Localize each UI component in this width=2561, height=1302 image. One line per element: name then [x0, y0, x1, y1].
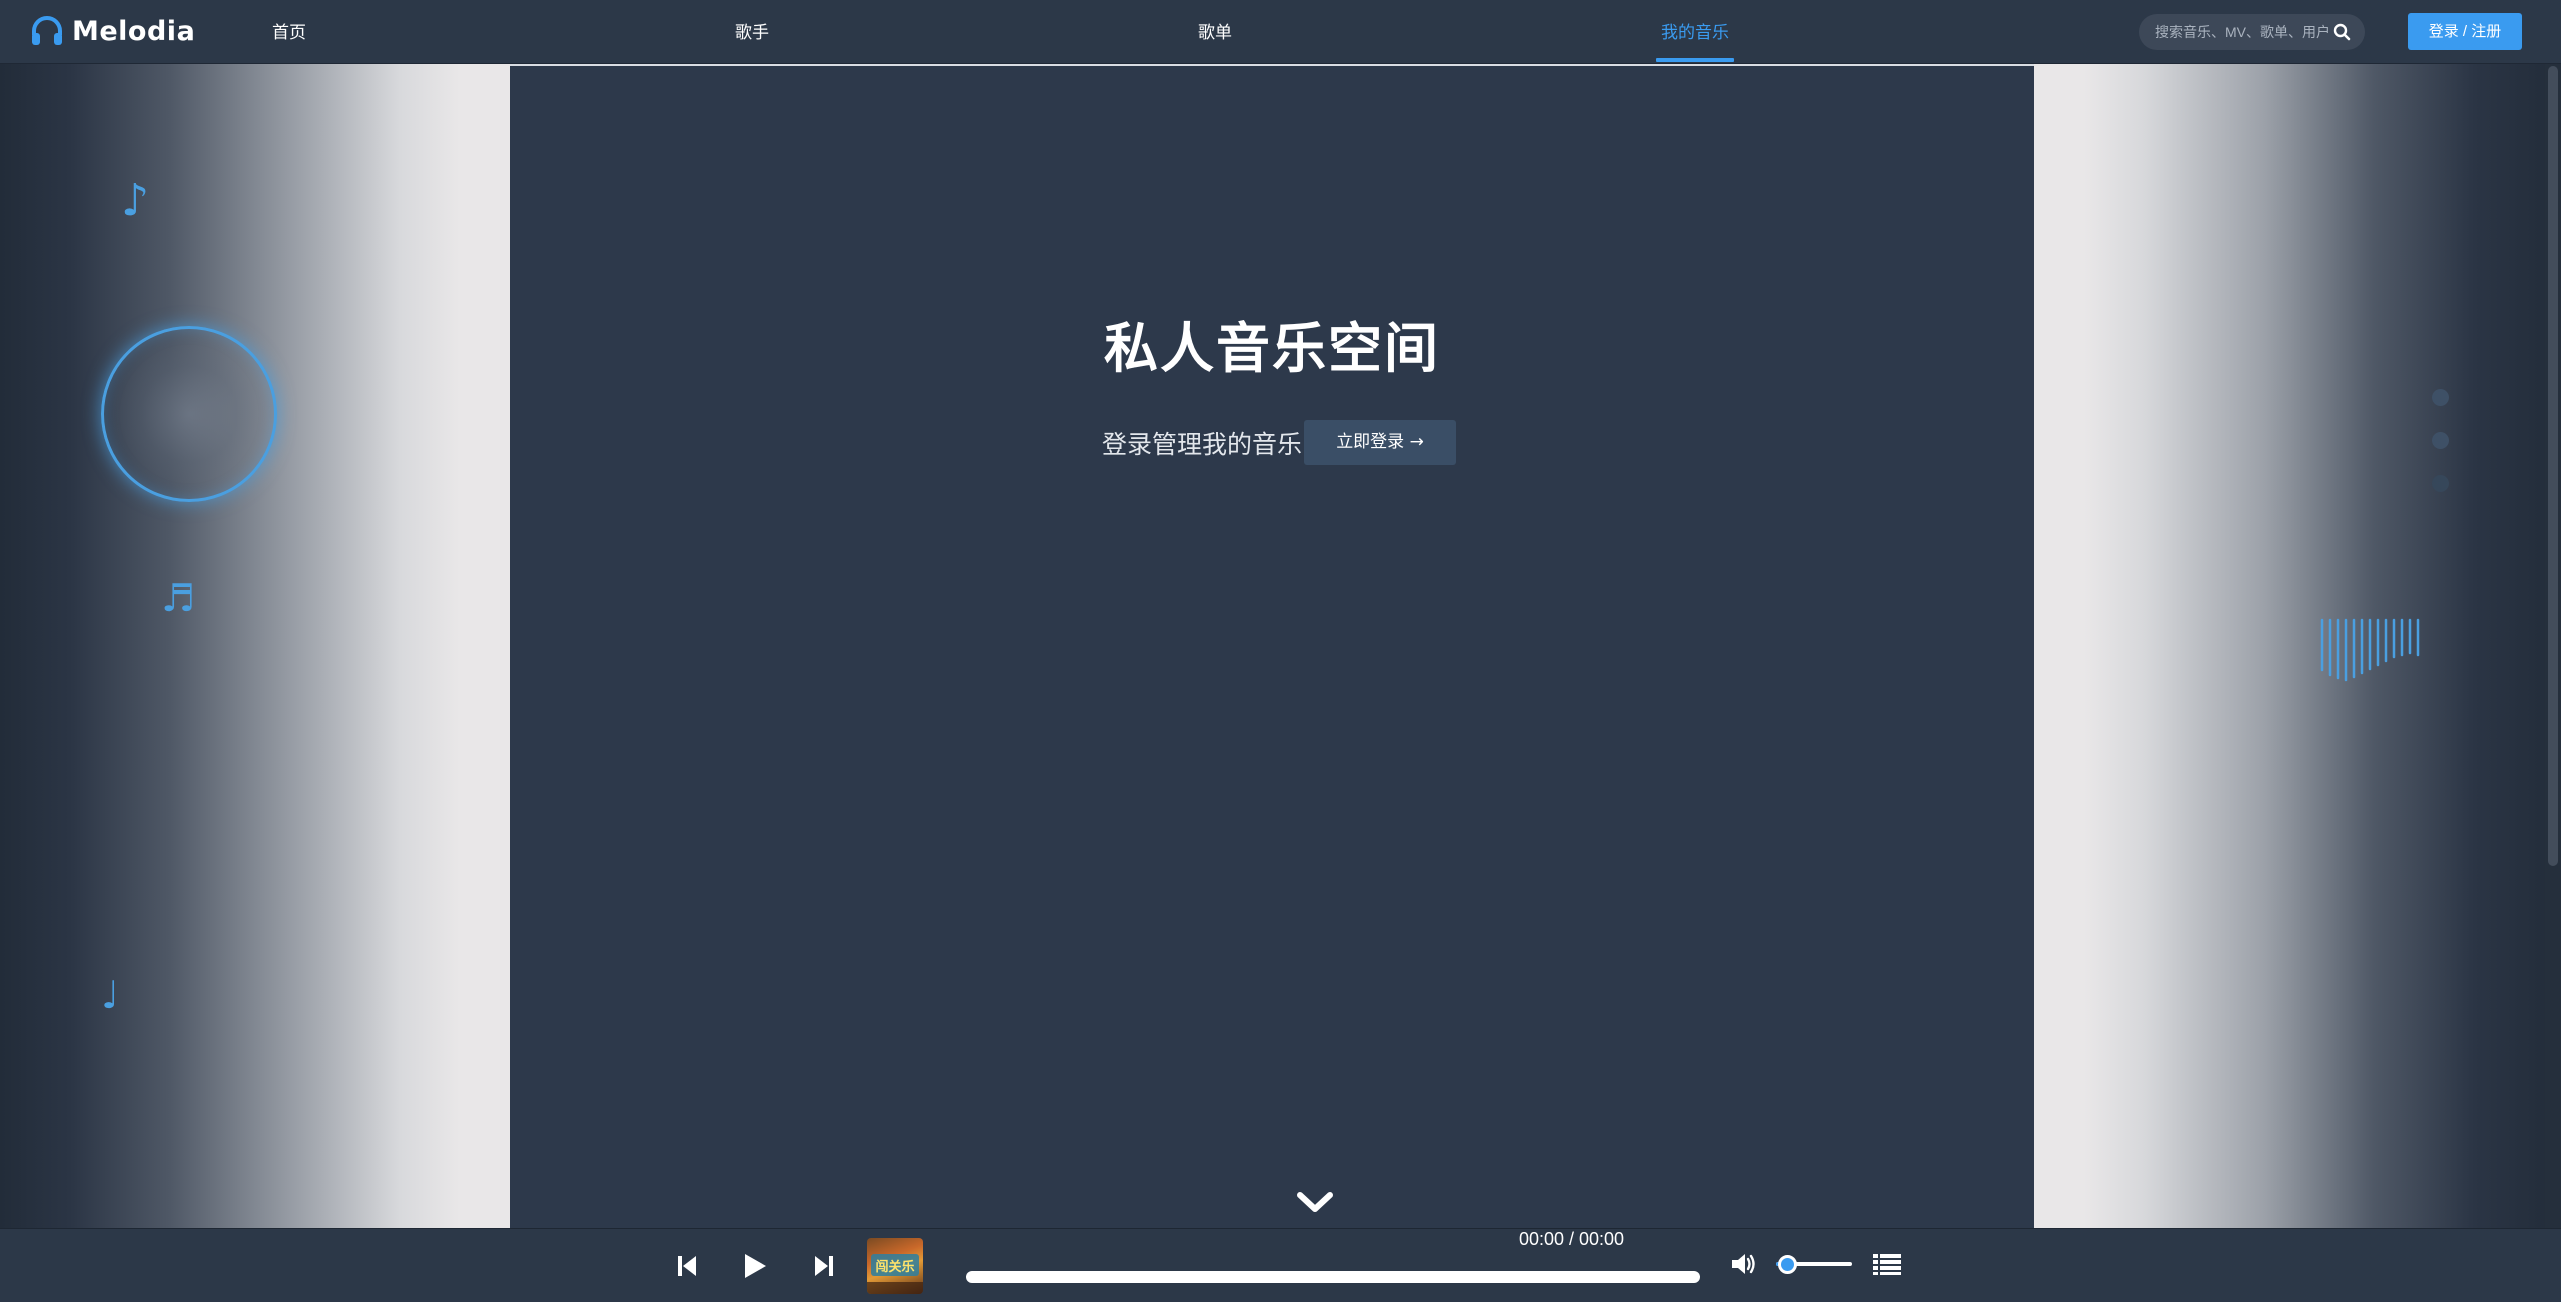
vinyl-glow-circle — [101, 326, 277, 502]
page-title: 私人音乐空间 — [1104, 317, 1440, 380]
pager-dot[interactable] — [2432, 389, 2449, 406]
search-icon[interactable] — [2333, 23, 2351, 41]
chevron-down-icon[interactable] — [1296, 1190, 1334, 1214]
skip-forward-icon[interactable] — [813, 1253, 835, 1279]
progress-bar[interactable] — [966, 1271, 1700, 1283]
left-decor-panel — [0, 64, 510, 1228]
sound-wave-icon — [2320, 618, 2420, 682]
album-art[interactable]: 闯关乐 — [867, 1238, 923, 1294]
top-navbar: Melodia 首页 歌手 歌单 我的音乐 登录 / 注册 — [0, 0, 2561, 64]
my-music-panel: 私人音乐空间 登录管理我的音乐 立即登录 → — [510, 64, 2034, 1228]
search-input[interactable] — [2153, 23, 2333, 41]
album-art-image: 闯关乐 — [867, 1254, 923, 1294]
nav-singers[interactable]: 歌手 — [713, 0, 791, 64]
search-box — [2139, 14, 2365, 50]
login-prompt-text: 登录管理我的音乐 — [1102, 429, 1303, 459]
volume-icon[interactable] — [1730, 1252, 1758, 1276]
quarter-note-icon: ♩ — [101, 973, 119, 1017]
scrollbar-thumb[interactable] — [2548, 66, 2558, 866]
skip-back-icon[interactable] — [676, 1253, 698, 1279]
right-decor-panel — [2034, 64, 2561, 1228]
playlist-icon[interactable] — [1872, 1252, 1902, 1276]
login-register-button[interactable]: 登录 / 注册 — [2408, 13, 2522, 50]
headphones-icon — [32, 16, 62, 45]
volume-slider[interactable] — [1776, 1255, 1852, 1274]
nav-active-indicator — [1656, 58, 1734, 62]
brand-logo[interactable]: Melodia — [30, 13, 195, 49]
player-bar: 闯关乐 — [0, 1228, 2561, 1302]
nav-my-music[interactable]: 我的音乐 — [1656, 0, 1734, 64]
time-display: 00:00 / 00:00 — [1518, 1229, 1625, 1249]
pager-dot[interactable] — [2432, 475, 2449, 492]
svg-text:闯关乐: 闯关乐 — [875, 1259, 914, 1275]
login-prompt: 登录管理我的音乐 立即登录 → — [1102, 420, 1457, 465]
play-icon[interactable] — [742, 1251, 768, 1281]
brand-name: Melodia — [72, 15, 196, 47]
beamed-notes-icon: ♬ — [161, 576, 196, 620]
nav-playlists[interactable]: 歌单 — [1176, 0, 1254, 64]
music-note-icon: ♪ — [121, 175, 150, 226]
pager-dot[interactable] — [2432, 432, 2449, 449]
nav-home[interactable]: 首页 — [250, 0, 328, 64]
login-now-button[interactable]: 立即登录 → — [1304, 420, 1457, 465]
